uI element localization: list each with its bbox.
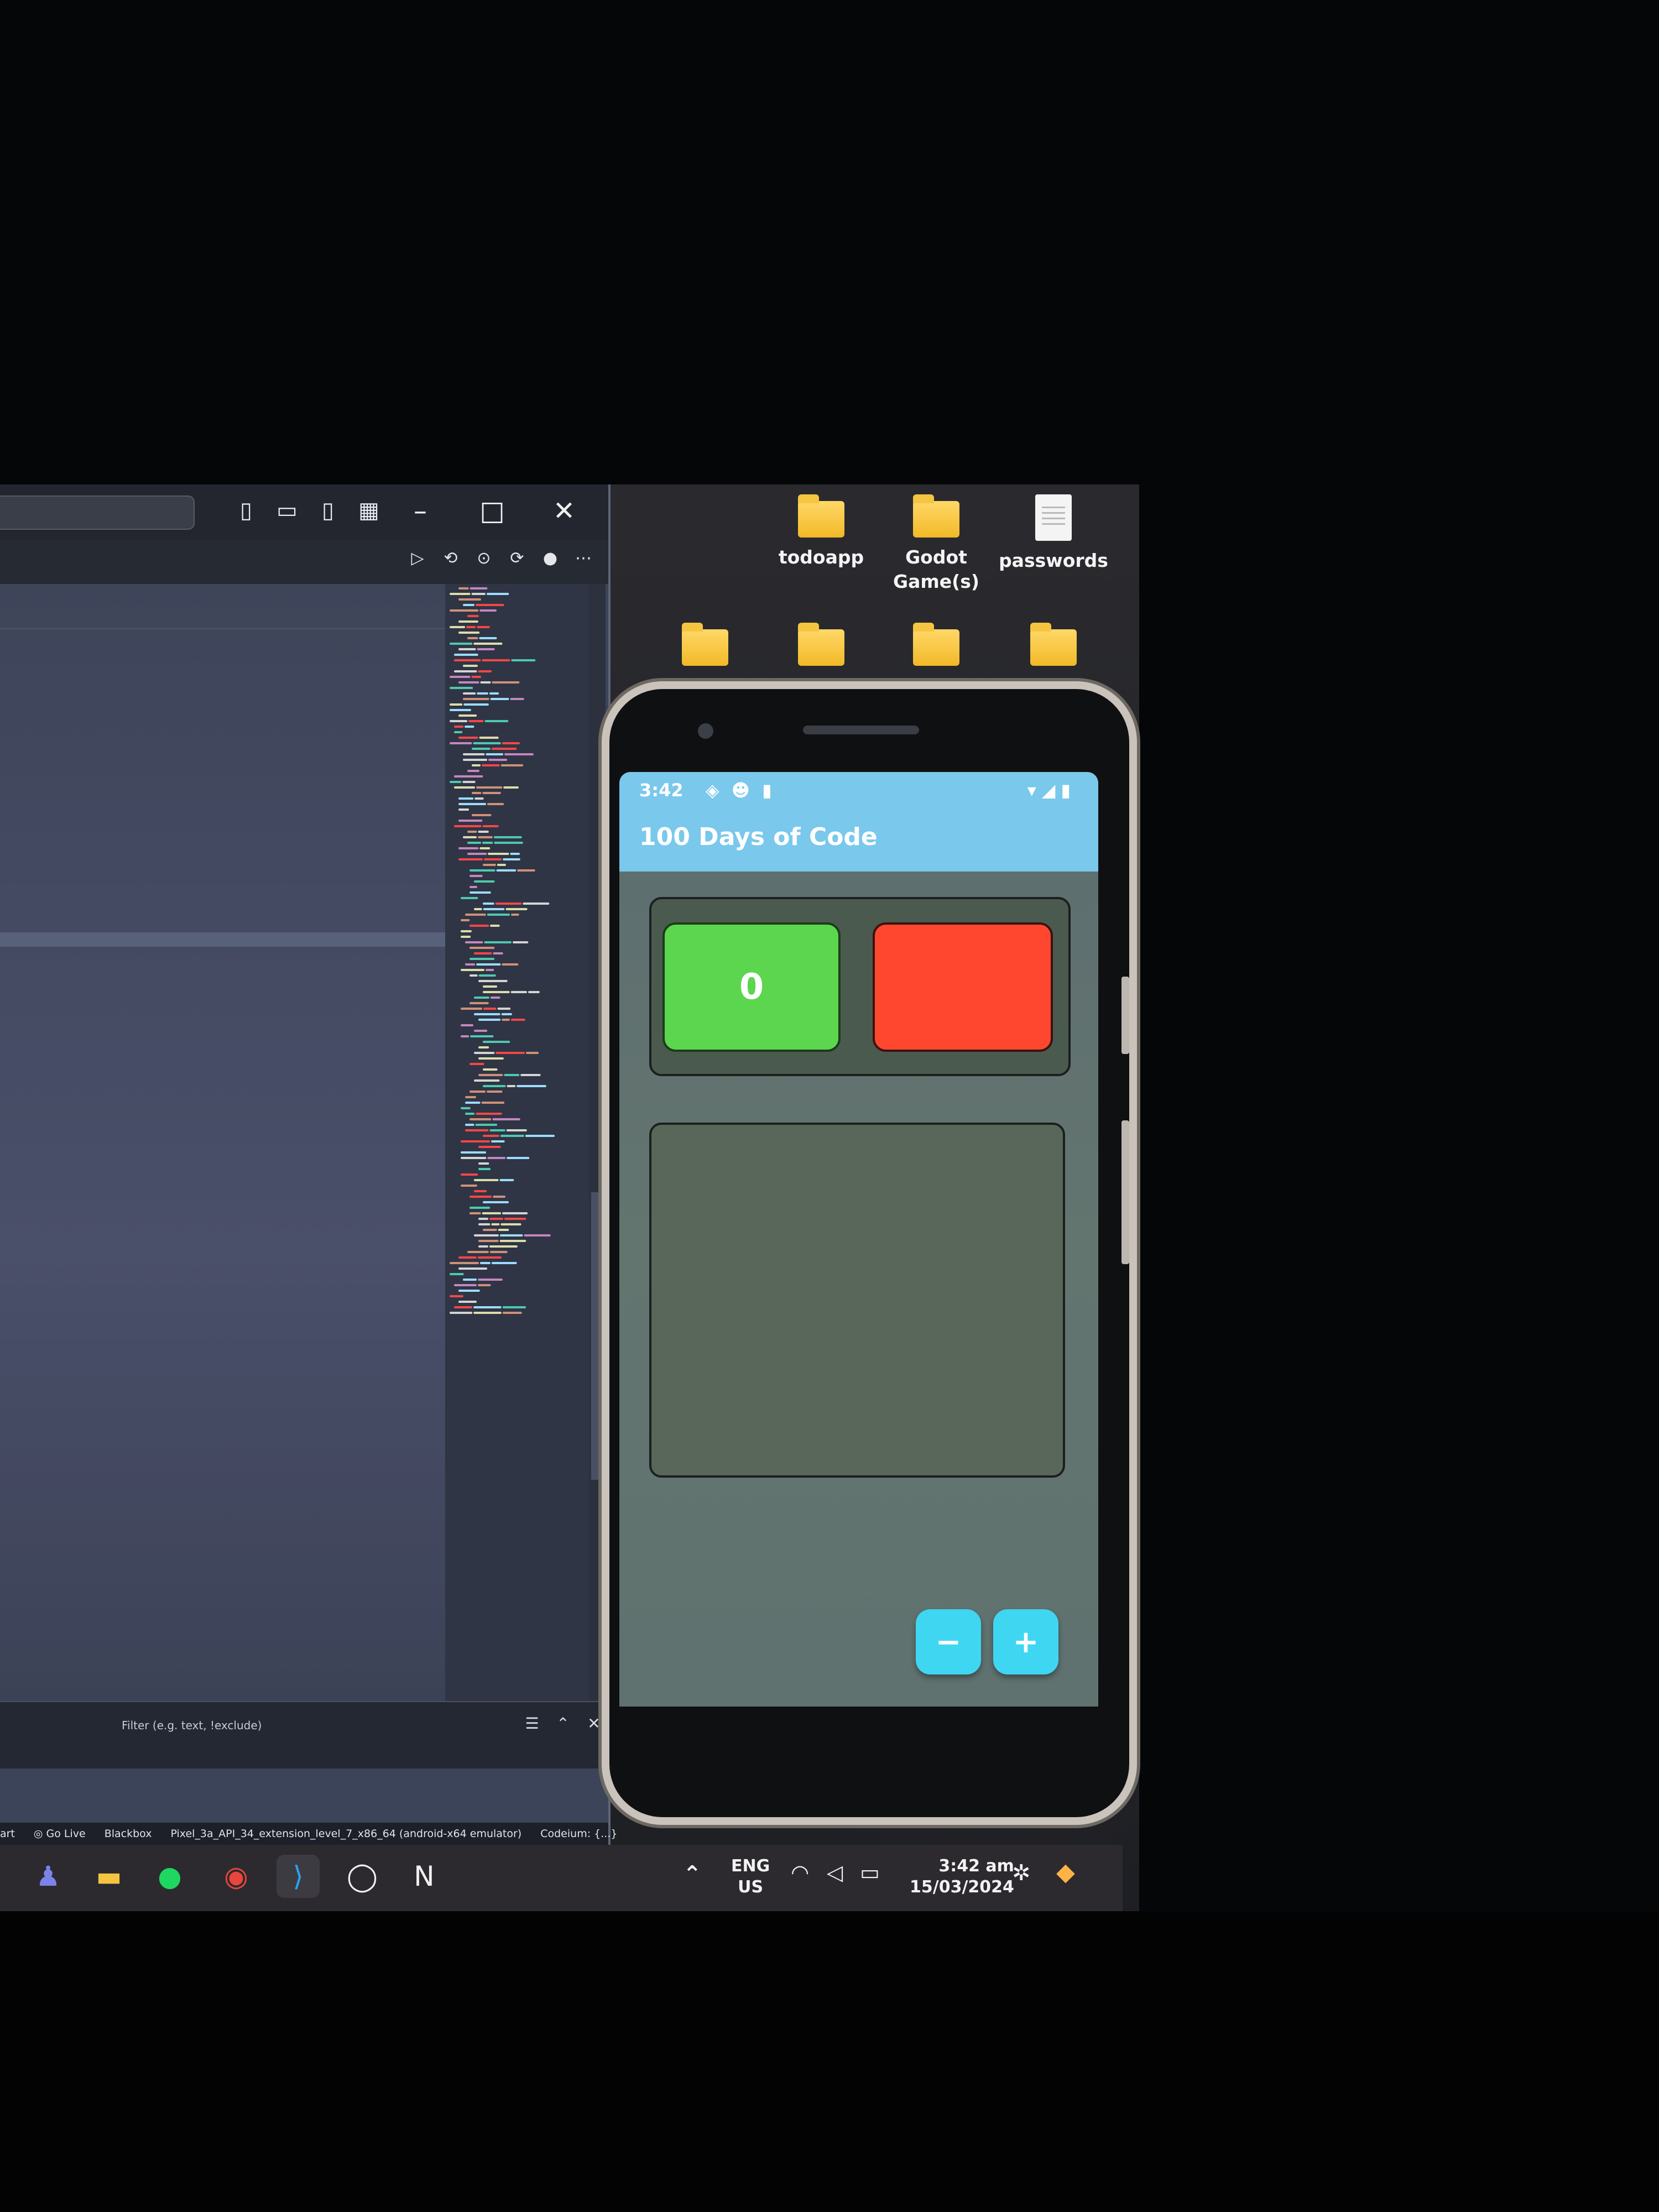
spotify-icon[interactable]: ● bbox=[148, 1855, 191, 1898]
volume-icon[interactable]: ◁ bbox=[827, 1860, 843, 1885]
notification-icon[interactable]: ✲ bbox=[1012, 1860, 1031, 1886]
folder-icon bbox=[798, 623, 844, 666]
desktop-icon-passwords[interactable]: passwords bbox=[998, 494, 1109, 573]
show-hidden-icons-icon[interactable]: ⌃ bbox=[683, 1861, 702, 1887]
minimap-code-lines bbox=[450, 587, 555, 1314]
monitor-bezel bbox=[0, 1911, 1659, 2212]
toggle-primary-sidebar-icon[interactable]: ▯ bbox=[232, 497, 260, 524]
file-explorer-icon[interactable]: ▬ bbox=[87, 1855, 131, 1898]
folder-icon bbox=[682, 623, 728, 666]
counter-display[interactable]: 0 bbox=[662, 922, 841, 1052]
maximize-icon[interactable]: □ bbox=[476, 494, 509, 528]
editor-toolbar: ▷ ⟲ ⊙ ⟳ ● ⋯ bbox=[0, 540, 608, 584]
status-time: 3:42 bbox=[639, 780, 684, 801]
camera-icon bbox=[698, 723, 713, 739]
vscode-icon[interactable]: ⟩ bbox=[276, 1855, 320, 1898]
device-selector[interactable]: Pixel_3a_API_34_extension_level_7_x86_64… bbox=[170, 1828, 521, 1840]
android-status-bar: 3:42 ◈ ☻ ▮ ▾ ◢ ▮ bbox=[639, 780, 1082, 807]
shield-icon: ◈ bbox=[706, 780, 719, 801]
app-title: 100 Days of Code bbox=[639, 823, 878, 851]
go-back-icon[interactable]: ⟲ bbox=[440, 547, 462, 570]
face-icon: ☻ bbox=[731, 780, 750, 801]
wifi-icon: ▾ bbox=[1027, 780, 1036, 801]
maximize-panel-icon[interactable]: ⌃ bbox=[554, 1714, 572, 1733]
vscode-titlebar: ▯ ▭ ▯ ▦ – □ ✕ bbox=[0, 484, 608, 540]
go-live-button[interactable]: ◎ Go Live bbox=[34, 1828, 86, 1840]
decrement-button[interactable]: − bbox=[916, 1609, 981, 1674]
minimap[interactable] bbox=[445, 584, 589, 1701]
chrome-icon[interactable]: ◉ bbox=[215, 1855, 258, 1898]
desktop-icon-godot-games[interactable]: Godot Game(s) bbox=[881, 494, 992, 594]
command-center-search[interactable] bbox=[0, 495, 195, 530]
desktop-icon-folder[interactable] bbox=[766, 623, 877, 666]
app-icon[interactable]: ◯ bbox=[341, 1855, 384, 1898]
sd-card-icon: ▮ bbox=[761, 780, 772, 801]
toggle-secondary-sidebar-icon[interactable]: ▯ bbox=[314, 497, 342, 524]
folder-icon bbox=[798, 494, 844, 538]
current-line-highlight bbox=[0, 932, 445, 947]
status-item[interactable]: art bbox=[0, 1828, 15, 1840]
more-actions-icon[interactable]: ⋯ bbox=[572, 547, 594, 570]
blackbox-button[interactable]: Blackbox bbox=[105, 1828, 152, 1840]
run-debug-icon[interactable]: ▷ bbox=[406, 547, 429, 570]
desktop-icon-todoapp[interactable]: todoapp bbox=[766, 494, 877, 570]
desktop-icon-folder[interactable] bbox=[998, 623, 1109, 666]
android-emulator: 3:42 ◈ ☻ ▮ ▾ ◢ ▮ 100 Days of Code 0 − + bbox=[602, 681, 1137, 1825]
notion-icon[interactable]: N bbox=[403, 1855, 446, 1898]
customize-layout-icon[interactable]: ▦ bbox=[355, 497, 383, 524]
minimize-icon[interactable]: – bbox=[404, 494, 437, 528]
bottom-panel: Filter (e.g. text, !exclude) ☰ ⌃ ✕ bbox=[0, 1701, 608, 1768]
toggle-panel-icon[interactable]: ▭ bbox=[273, 497, 301, 524]
battery-icon: ▮ bbox=[1061, 780, 1071, 801]
power-button[interactable] bbox=[1121, 977, 1129, 1054]
speaker-grille bbox=[803, 726, 919, 734]
counter-card: 0 bbox=[649, 897, 1071, 1076]
panel-view-icon[interactable]: ☰ bbox=[523, 1714, 541, 1733]
close-panel-icon[interactable]: ✕ bbox=[585, 1714, 603, 1733]
folder-icon bbox=[913, 494, 959, 538]
folder-icon bbox=[1030, 623, 1077, 666]
phone-screen: 3:42 ◈ ☻ ▮ ▾ ◢ ▮ 100 Days of Code 0 − + bbox=[619, 772, 1098, 1707]
windows-taskbar: ♟ ▬ ● ◉ ⟩ ◯ N ⌃ ENG US ◠ ◁ ▭ 3:42 am 15/… bbox=[0, 1845, 1123, 1911]
code-editor[interactable] bbox=[0, 584, 445, 1701]
source-control-icon[interactable]: ⊙ bbox=[473, 547, 495, 570]
increment-button[interactable]: + bbox=[993, 1609, 1058, 1674]
codeium-status[interactable]: Codeium: {...} bbox=[540, 1828, 617, 1840]
wifi-icon[interactable]: ◠ bbox=[792, 1860, 808, 1885]
battery-icon[interactable]: ▭ bbox=[860, 1860, 880, 1885]
volume-rocker[interactable] bbox=[1121, 1120, 1129, 1264]
document-icon bbox=[1035, 494, 1072, 541]
vscode-window: ▯ ▭ ▯ ▦ – □ ✕ ▷ ⟲ ⊙ ⟳ ● ⋯ Filter (e.g. t… bbox=[0, 484, 617, 1845]
teams-icon[interactable]: ♟ bbox=[27, 1855, 70, 1898]
language-indicator[interactable]: ENG US bbox=[731, 1856, 770, 1898]
status-bar: art ◎ Go Live Blackbox Pixel_3a_API_34_e… bbox=[0, 1823, 617, 1845]
copilot-icon[interactable]: ◆ bbox=[1056, 1858, 1075, 1886]
folder-icon bbox=[913, 623, 959, 666]
go-forward-icon[interactable]: ⟳ bbox=[506, 547, 528, 570]
desktop-icon-folder[interactable] bbox=[650, 623, 760, 666]
signal-icon: ◢ bbox=[1041, 780, 1056, 801]
content-card bbox=[649, 1123, 1065, 1478]
panel-filter-input[interactable]: Filter (e.g. text, !exclude) bbox=[122, 1719, 262, 1732]
account-icon[interactable]: ● bbox=[539, 547, 561, 570]
close-icon[interactable]: ✕ bbox=[547, 494, 581, 528]
desktop-icon-folder[interactable] bbox=[881, 623, 992, 666]
clock[interactable]: 3:42 am 15/03/2024 bbox=[910, 1856, 1014, 1898]
app-bar: 3:42 ◈ ☻ ▮ ▾ ◢ ▮ 100 Days of Code bbox=[619, 772, 1098, 872]
red-box[interactable] bbox=[873, 922, 1053, 1052]
